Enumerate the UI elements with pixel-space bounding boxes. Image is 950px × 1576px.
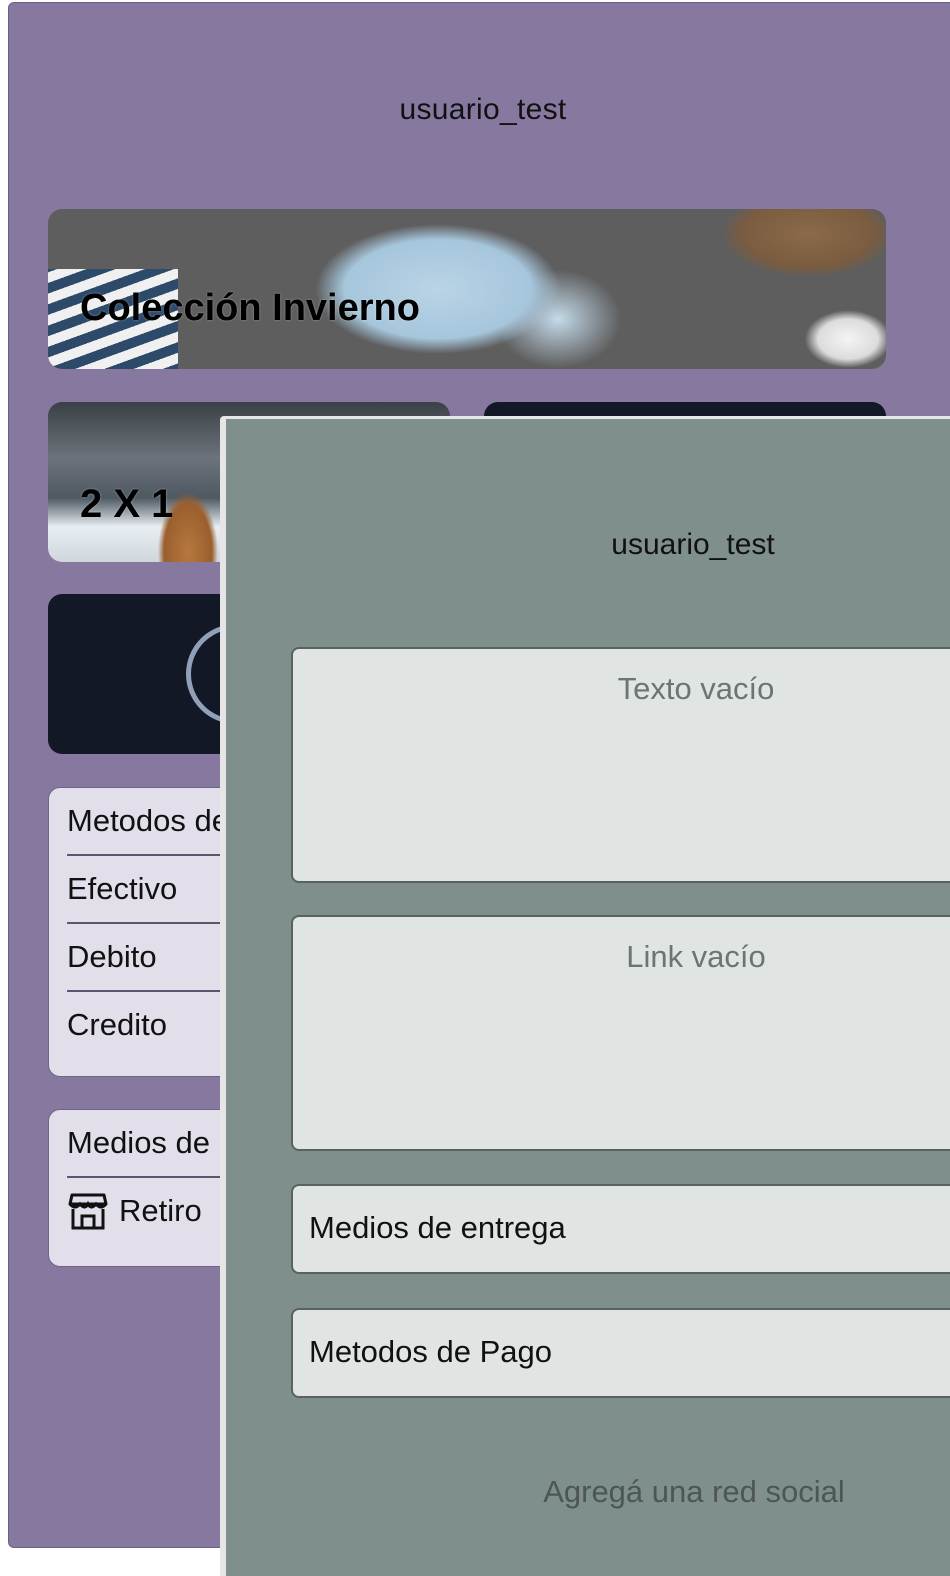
banner-title: 2 X 1 — [80, 482, 174, 526]
payment-methods-button[interactable]: Metodos de Pago — [291, 1308, 950, 1398]
delivery-methods-button[interactable]: Medios de entrega — [291, 1184, 950, 1274]
link-input-placeholder: Link vacío — [626, 939, 766, 974]
add-social-link[interactable]: Agregá una red social — [291, 1474, 950, 1510]
panel-username-title: usuario_test — [611, 528, 775, 561]
username-title: usuario_test — [399, 93, 567, 126]
store-icon — [68, 1193, 108, 1230]
text-input-placeholder: Texto vacío — [617, 671, 775, 706]
link-input-field[interactable]: Link vacío — [291, 915, 950, 1151]
banner-title: Colección Invierno — [80, 287, 420, 329]
delivery-method-label: Retiro — [119, 1193, 202, 1228]
text-input-field[interactable]: Texto vacío — [291, 647, 950, 883]
banner-winter-collection[interactable]: Colección Invierno — [48, 209, 886, 369]
